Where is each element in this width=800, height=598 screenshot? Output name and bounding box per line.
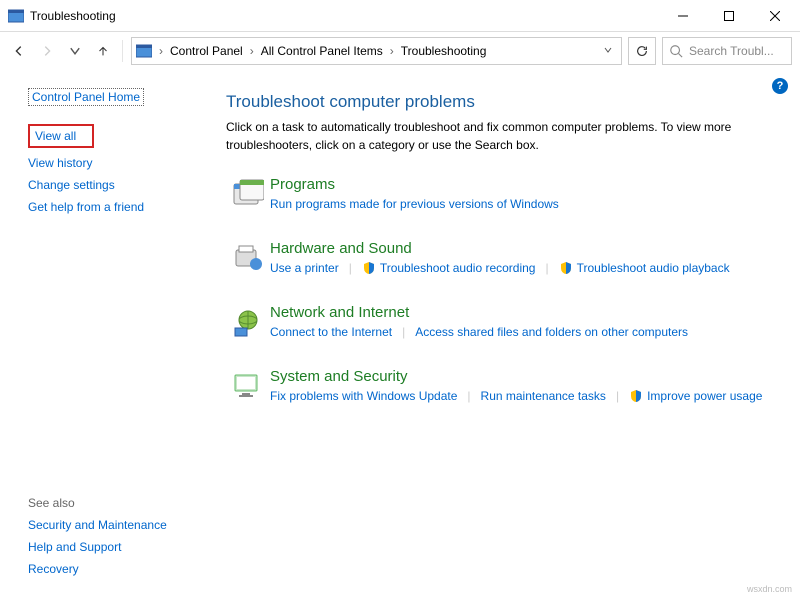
address-bar[interactable]: › Control Panel › All Control Panel Item… [131, 37, 622, 65]
divider: | [616, 389, 619, 403]
address-icon [136, 43, 152, 59]
divider: | [467, 389, 470, 403]
titlebar: Troubleshooting [0, 0, 800, 32]
link-maintenance[interactable]: Run maintenance tasks [481, 389, 606, 403]
maximize-button[interactable] [706, 0, 752, 31]
back-button[interactable] [8, 40, 30, 62]
link-run-previous-versions[interactable]: Run programs made for previous versions … [270, 197, 559, 211]
link-audio-recording[interactable]: Troubleshoot audio recording [362, 261, 536, 275]
chevron-right-icon[interactable]: › [156, 44, 166, 58]
content-area: ? Control Panel Home View all View histo… [0, 70, 800, 598]
link-use-printer[interactable]: Use a printer [270, 261, 339, 275]
category-network-title[interactable]: Network and Internet [270, 304, 776, 321]
main-panel: Troubleshoot computer problems Click on … [220, 70, 800, 598]
hardware-icon [226, 240, 270, 276]
address-dropdown[interactable] [599, 44, 617, 58]
system-icon [226, 368, 270, 404]
link-shared-files[interactable]: Access shared files and folders on other… [415, 325, 688, 339]
network-icon [226, 304, 270, 340]
nav-separator [122, 40, 123, 62]
window-title: Troubleshooting [30, 9, 660, 23]
link-power-usage[interactable]: Improve power usage [629, 389, 762, 403]
breadcrumb-control-panel[interactable]: Control Panel [166, 44, 247, 58]
refresh-button[interactable] [628, 37, 656, 65]
category-hardware: Hardware and Sound Use a printer | Troub… [226, 240, 776, 276]
breadcrumb-all-items[interactable]: All Control Panel Items [257, 44, 387, 58]
help-icon[interactable]: ? [772, 78, 788, 94]
sidebar-change-settings[interactable]: Change settings [28, 178, 115, 192]
divider: | [545, 261, 548, 275]
sidebar-security[interactable]: Security and Maintenance [28, 518, 167, 532]
sidebar-get-help[interactable]: Get help from a friend [28, 200, 144, 214]
divider: | [402, 325, 405, 339]
sidebar-see-also-heading: See also [28, 496, 206, 510]
recent-dropdown[interactable] [64, 40, 86, 62]
category-hardware-title[interactable]: Hardware and Sound [270, 240, 776, 257]
category-system-title[interactable]: System and Security [270, 368, 776, 385]
sidebar-view-history[interactable]: View history [28, 156, 92, 170]
search-input[interactable]: Search Troubl... [662, 37, 792, 65]
sidebar-help-support[interactable]: Help and Support [28, 540, 121, 554]
navbar: › Control Panel › All Control Panel Item… [0, 32, 800, 70]
shield-icon [362, 261, 376, 275]
search-placeholder: Search Troubl... [689, 44, 774, 58]
forward-button[interactable] [36, 40, 58, 62]
chevron-right-icon[interactable]: › [387, 44, 397, 58]
app-icon [8, 8, 24, 24]
sidebar-home[interactable]: Control Panel Home [28, 88, 144, 106]
sidebar: Control Panel Home View all View history… [0, 70, 220, 598]
page-subtitle: Click on a task to automatically trouble… [226, 118, 766, 154]
watermark: wsxdn.com [747, 584, 792, 594]
shield-icon [629, 389, 643, 403]
category-programs: Programs Run programs made for previous … [226, 176, 776, 212]
up-button[interactable] [92, 40, 114, 62]
category-network: Network and Internet Connect to the Inte… [226, 304, 776, 340]
link-audio-playback[interactable]: Troubleshoot audio playback [559, 261, 730, 275]
shield-icon [559, 261, 573, 275]
programs-icon [226, 176, 270, 212]
chevron-right-icon[interactable]: › [247, 44, 257, 58]
breadcrumb-troubleshooting[interactable]: Troubleshooting [397, 44, 491, 58]
link-windows-update[interactable]: Fix problems with Windows Update [270, 389, 457, 403]
close-button[interactable] [752, 0, 798, 31]
category-system: System and Security Fix problems with Wi… [226, 368, 776, 404]
divider: | [349, 261, 352, 275]
sidebar-recovery[interactable]: Recovery [28, 562, 79, 576]
category-programs-title[interactable]: Programs [270, 176, 776, 193]
minimize-button[interactable] [660, 0, 706, 31]
link-connect-internet[interactable]: Connect to the Internet [270, 325, 392, 339]
sidebar-view-all[interactable]: View all [28, 124, 94, 148]
page-heading: Troubleshoot computer problems [226, 92, 776, 112]
